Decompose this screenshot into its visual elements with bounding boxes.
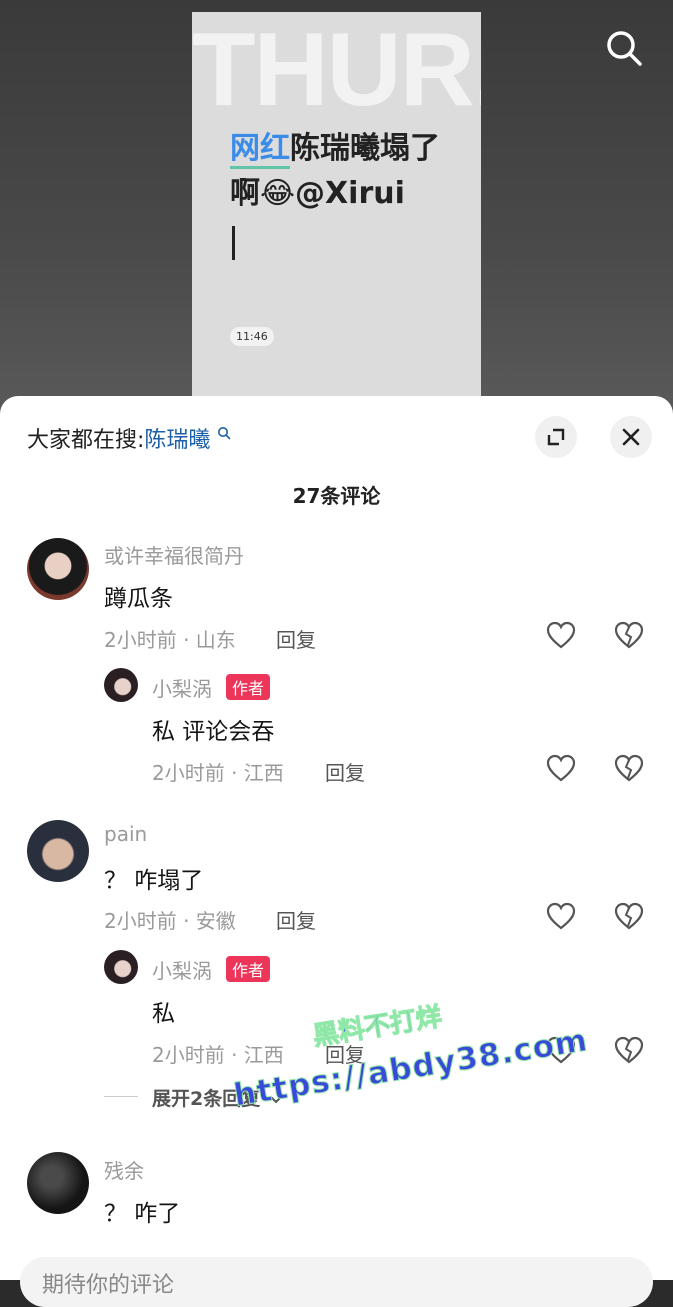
- close-button[interactable]: [610, 416, 652, 458]
- video-time-pill: 11:46: [230, 327, 274, 346]
- comment-text: ？ 咋了: [104, 1201, 181, 1227]
- comment-text: 蹲瓜条: [104, 586, 173, 612]
- expand-button[interactable]: [535, 416, 577, 458]
- avatar[interactable]: [104, 668, 138, 702]
- like-icon[interactable]: [546, 621, 576, 649]
- dislike-icon[interactable]: [614, 754, 644, 782]
- video-watermark: THUR.: [192, 12, 481, 128]
- author-badge: 作者: [226, 956, 271, 982]
- comment-text: 私: [152, 1001, 175, 1027]
- comment-meta: 2小时前 · 山东: [104, 628, 236, 652]
- search-icon[interactable]: [604, 28, 644, 68]
- like-icon[interactable]: [546, 902, 576, 930]
- dislike-icon[interactable]: [614, 1036, 644, 1064]
- trending-search[interactable]: 大家都在搜:陈瑞曦: [27, 422, 231, 454]
- trending-keyword[interactable]: 陈瑞曦: [144, 428, 210, 453]
- avatar[interactable]: [27, 1152, 89, 1214]
- search-small-icon: [218, 427, 231, 440]
- comment-text: ？ 咋塌了: [104, 868, 204, 894]
- comment-input[interactable]: 期待你的评论: [20, 1257, 653, 1307]
- comment-username[interactable]: 残余: [104, 1155, 144, 1184]
- divider: [104, 1096, 138, 1097]
- comment-input-placeholder: 期待你的评论: [42, 1273, 175, 1298]
- expand-icon: [547, 428, 565, 446]
- note-highlight: 网红: [230, 131, 290, 169]
- video-frame: THUR. 网红陈瑞曦塌了啊😂@Xirui 11:46: [192, 12, 481, 412]
- avatar[interactable]: [27, 538, 89, 600]
- text-caret: [232, 226, 235, 260]
- reply-button[interactable]: 回复: [276, 905, 316, 934]
- reply-button[interactable]: 回复: [276, 624, 316, 653]
- author-badge: 作者: [226, 674, 271, 700]
- close-icon: [622, 428, 640, 446]
- dislike-icon[interactable]: [614, 902, 644, 930]
- avatar[interactable]: [104, 950, 138, 984]
- avatar[interactable]: [27, 820, 89, 882]
- video-area[interactable]: THUR. 网红陈瑞曦塌了啊😂@Xirui 11:46: [0, 0, 673, 420]
- dislike-icon[interactable]: [614, 621, 644, 649]
- like-icon[interactable]: [546, 754, 576, 782]
- comment-meta: 2小时前 · 江西: [152, 1043, 284, 1067]
- trending-prefix: 大家都在搜:: [27, 428, 145, 453]
- reply-button[interactable]: 回复: [325, 757, 365, 786]
- comment-meta: 2小时前 · 江西: [152, 761, 284, 785]
- comment-count: 27条评论: [292, 484, 381, 508]
- comment-username[interactable]: pain: [104, 822, 147, 846]
- comment-username[interactable]: 小梨涡: [152, 955, 212, 984]
- comment-text: 私 评论会吞: [152, 719, 275, 745]
- comment-username[interactable]: 小梨涡: [152, 673, 212, 702]
- comment-username[interactable]: 或许幸福很简丹: [104, 540, 244, 569]
- video-note-text: 网红陈瑞曦塌了啊😂@Xirui: [230, 126, 460, 216]
- comment-meta: 2小时前 · 安徽: [104, 909, 236, 933]
- comment-sheet: 大家都在搜:陈瑞曦 27条评论 或许幸福很简丹 蹲瓜条 2小时前 · 山东 回复…: [0, 396, 673, 1280]
